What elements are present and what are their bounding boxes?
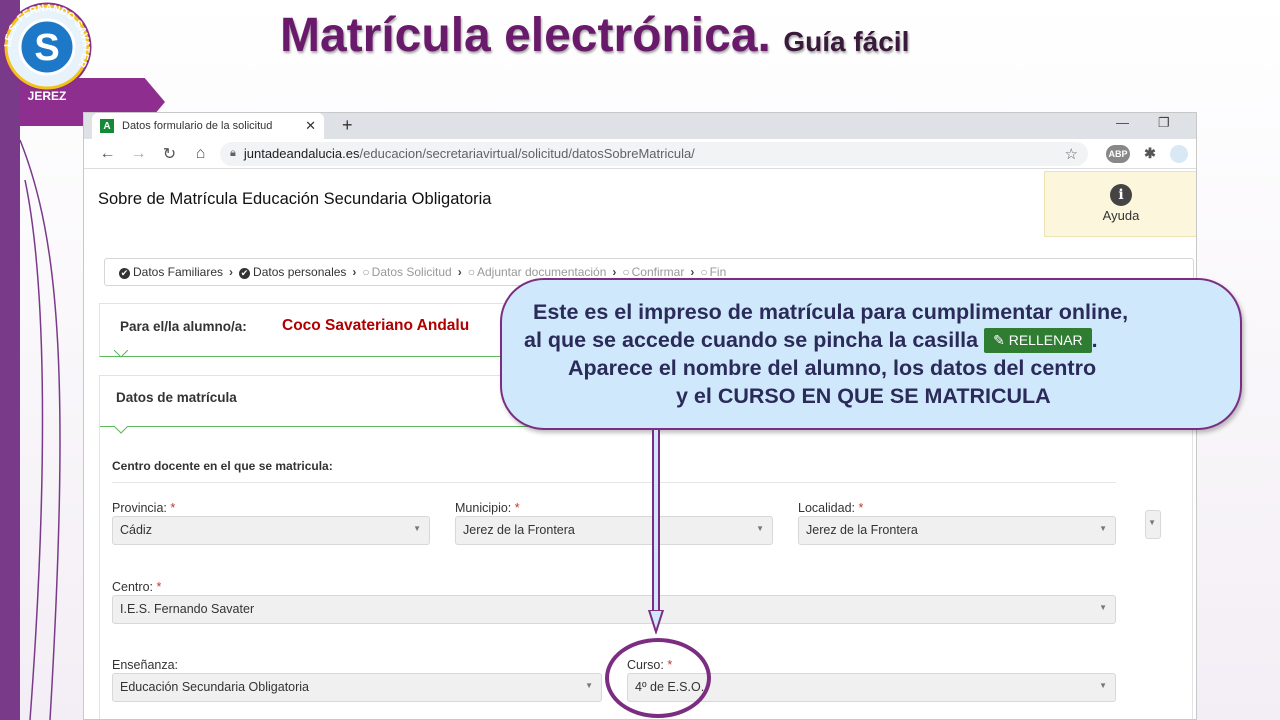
address-bar[interactable]: 🔒︎ juntadeandalucia.es /educacion/secret… <box>220 141 1088 166</box>
page-title: Sobre de Matrícula Educación Secundaria … <box>98 190 492 208</box>
school-logo: S I.E.S. FERNANDO SAVATER JEREZ <box>2 2 92 103</box>
chevron-right-icon: › <box>612 265 617 279</box>
step-datos-personales[interactable]: Datos personales <box>239 265 346 279</box>
panel-pointer-icon <box>114 350 128 358</box>
rellenar-button: ✎ RELLENAR <box>984 328 1092 353</box>
step-fin[interactable]: Fin <box>700 265 727 279</box>
slide-title: Matrícula electrónica. Guía fácil <box>280 8 909 63</box>
new-tab-icon[interactable]: + <box>342 115 353 136</box>
chevron-right-icon: › <box>457 265 462 279</box>
web-page: Sobre de Matrícula Educación Secundaria … <box>84 169 1196 719</box>
ensenanza-select[interactable]: Educación Secundaria Obligatoria ▼ <box>112 673 602 702</box>
browser-toolbar: ← → ↻ ⌂ 🔒︎ juntadeandalucia.es /educacio… <box>84 139 1196 169</box>
adblock-extension-icon[interactable]: ABP <box>1106 144 1130 163</box>
chevron-right-icon: › <box>690 265 695 279</box>
localidad-select[interactable]: Jerez de la Frontera ▼ <box>798 516 1116 545</box>
callout-line-3: Aparece el nombre del alumno, los datos … <box>568 356 1097 380</box>
chevron-down-icon: ▼ <box>1099 681 1107 690</box>
callout-line-4: y el CURSO EN QUE SE MATRICULA <box>676 384 1051 408</box>
tab-bar: A Datos formulario de la solicitud ✕ + —… <box>84 113 1196 139</box>
step-datos-familiares[interactable]: Datos Familiares <box>119 265 223 279</box>
arrow-down-icon <box>647 610 665 634</box>
junta-favicon-icon: A <box>100 119 114 133</box>
home-icon[interactable]: ⌂ <box>185 145 216 163</box>
decorative-curves <box>19 139 61 720</box>
panel-pointer-icon <box>114 426 128 434</box>
student-name: Coco Savateriano Andalu <box>282 317 470 334</box>
step-adjuntar-documentacion[interactable]: Adjuntar documentación <box>468 265 606 279</box>
chevron-down-icon: ▼ <box>1148 518 1156 527</box>
localidad-label: Localidad: * <box>798 501 864 515</box>
curso-highlight-circle <box>605 638 711 718</box>
info-icon: i <box>1110 184 1132 206</box>
forward-icon[interactable]: → <box>123 145 154 163</box>
bookmark-star-icon[interactable]: ☆ <box>1065 145 1078 163</box>
url-path: /educacion/secretariavirtual/solicitud/d… <box>359 146 695 161</box>
step-confirmar[interactable]: Confirmar <box>622 265 685 279</box>
chevron-down-icon: ▼ <box>756 524 764 533</box>
url-host: juntadeandalucia.es <box>243 146 360 161</box>
back-icon[interactable]: ← <box>92 145 123 163</box>
provincia-select[interactable]: Cádiz ▼ <box>112 516 430 545</box>
centro-select[interactable]: I.E.S. Fernando Savater ▼ <box>112 595 1116 624</box>
lock-icon: 🔒︎ <box>230 147 236 159</box>
minimize-icon[interactable]: — <box>1116 115 1129 130</box>
reload-icon[interactable]: ↻ <box>154 144 185 164</box>
centro-label: Centro: * <box>112 580 162 594</box>
section-divider <box>112 482 1116 483</box>
provincia-label: Provincia: * <box>112 501 176 515</box>
callout-arrow <box>652 430 660 612</box>
tab-title: Datos formulario de la solicitud <box>122 120 273 132</box>
restore-icon[interactable]: ❐ <box>1158 115 1170 131</box>
chevron-down-icon: ▼ <box>1099 603 1107 612</box>
hidden-select-edge: ▼ <box>1145 510 1161 539</box>
slide-title-subtitle: Guía fácil <box>783 26 910 57</box>
chevron-down-icon: ▼ <box>413 524 421 533</box>
municipio-label: Municipio: * <box>455 501 520 515</box>
slide-title-main: Matrícula electrónica. <box>280 9 771 62</box>
callout-line-2: al que se accede cuando se pincha la cas… <box>524 328 1098 353</box>
explanation-callout: Este es el impreso de matrícula para cum… <box>500 278 1242 430</box>
help-button[interactable]: i Ayuda <box>1044 171 1196 237</box>
step-datos-solicitud[interactable]: Datos Solicitud <box>362 265 452 279</box>
callout-line-1: Este es el impreso de matrícula para cum… <box>533 300 1129 324</box>
svg-text:S: S <box>34 27 59 69</box>
ensenanza-label: Enseñanza: <box>112 658 179 672</box>
extensions-puzzle-icon[interactable]: ✱ <box>1138 145 1162 163</box>
chevron-right-icon: › <box>229 265 234 279</box>
student-label: Para el/la alumno/a: <box>120 319 247 334</box>
chevron-right-icon: › <box>352 265 357 279</box>
chevron-down-icon: ▼ <box>1099 524 1107 533</box>
chevron-down-icon: ▼ <box>585 681 593 690</box>
svg-text:JEREZ: JEREZ <box>28 89 67 103</box>
close-tab-icon[interactable]: ✕ <box>305 118 316 134</box>
matricula-title: Datos de matrícula <box>116 390 237 405</box>
municipio-select[interactable]: Jerez de la Frontera ▼ <box>455 516 773 545</box>
browser-tab[interactable]: A Datos formulario de la solicitud ✕ <box>92 113 324 139</box>
profile-avatar[interactable] <box>1170 144 1188 163</box>
help-label: Ayuda <box>1102 208 1140 223</box>
centro-section-title: Centro docente en el que se matricula: <box>112 459 333 473</box>
